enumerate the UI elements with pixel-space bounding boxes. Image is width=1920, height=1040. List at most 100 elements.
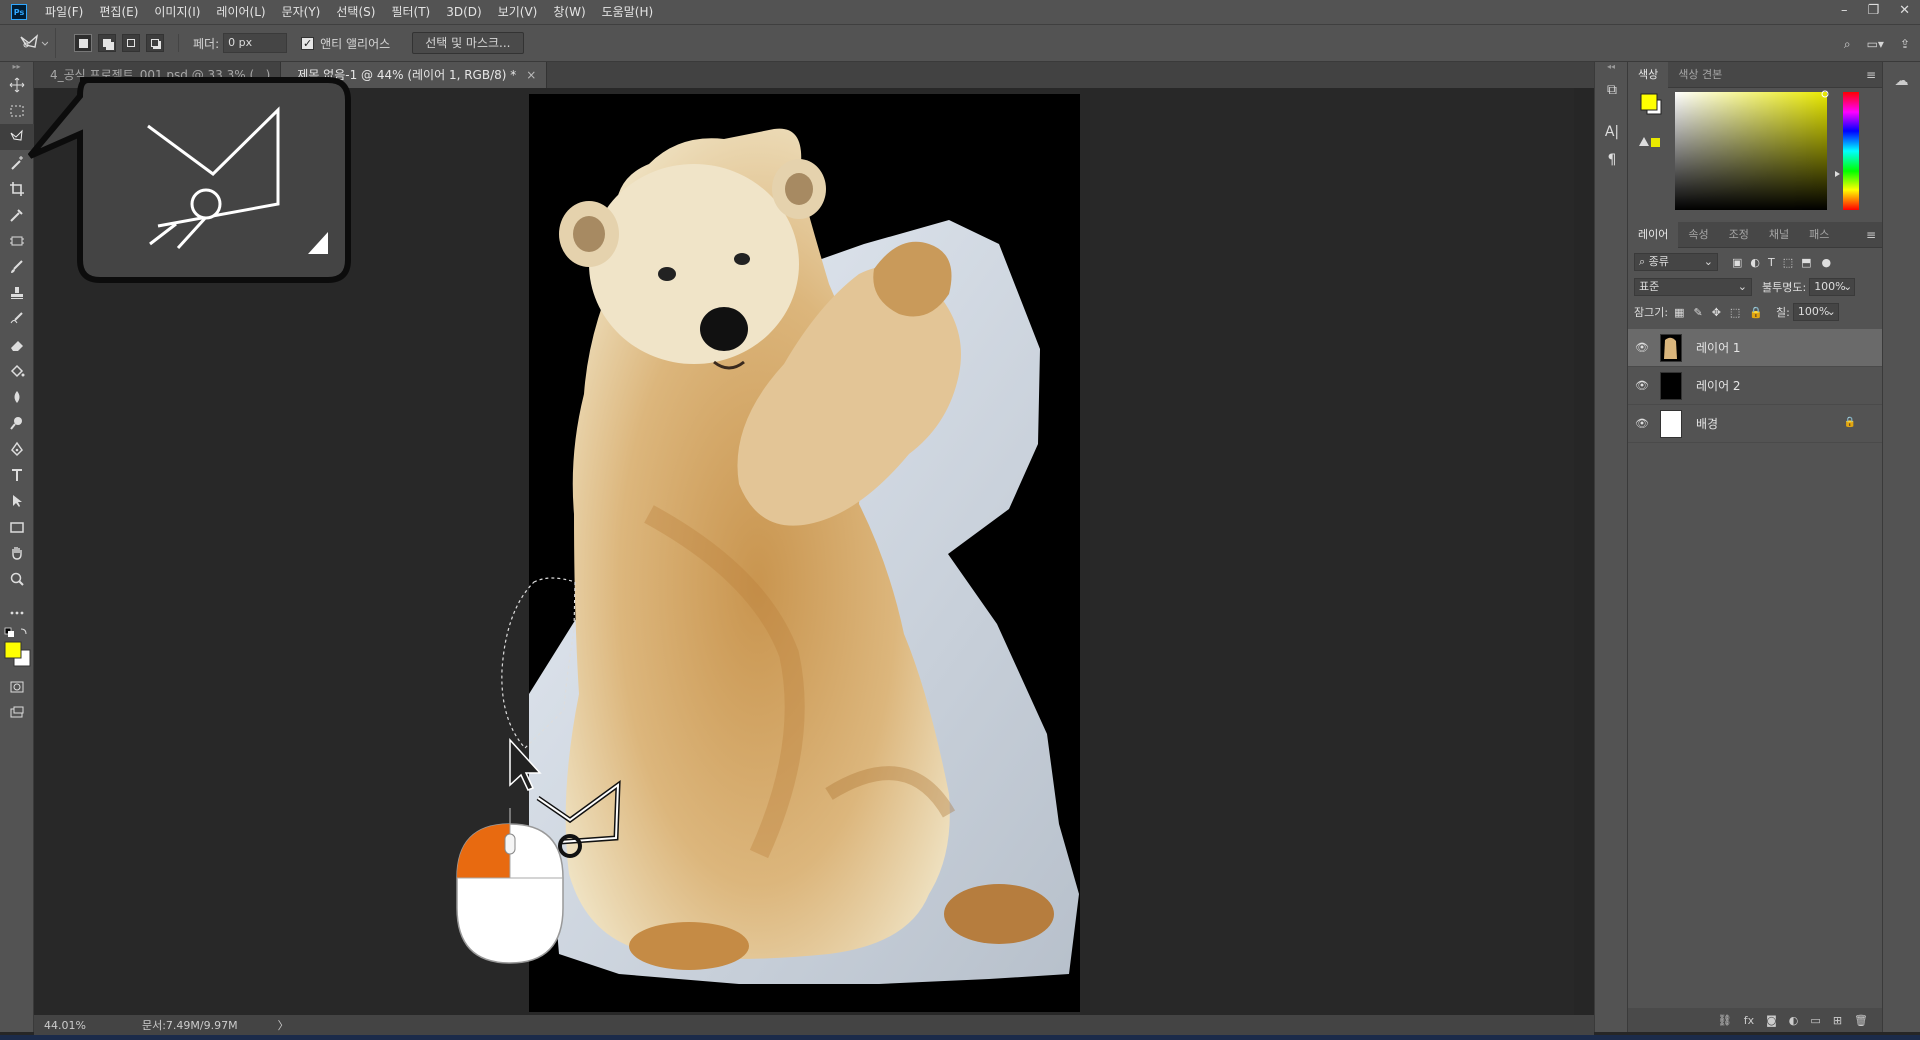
menu-select[interactable]: 선택(S): [328, 0, 383, 24]
photoshop-logo-icon: Ps: [11, 4, 27, 20]
filter-toggle-icon[interactable]: ●: [1822, 256, 1832, 269]
visibility-eye-icon[interactable]: 👁: [1628, 379, 1656, 392]
blend-row: 표준 ⌄ 불투명도: 100% ⌄: [1628, 276, 1882, 298]
restore-icon[interactable]: ❐: [1867, 0, 1879, 22]
feather-input[interactable]: 0 px: [223, 33, 288, 53]
color-picker[interactable]: [1628, 88, 1882, 222]
pen-icon[interactable]: [0, 436, 34, 462]
layer-name[interactable]: 레이어 2: [1696, 377, 1741, 394]
link-icon[interactable]: ⛓: [1718, 1014, 1732, 1027]
visibility-eye-icon[interactable]: 👁: [1628, 417, 1656, 430]
mask-icon[interactable]: ◙: [1766, 1014, 1777, 1027]
type-icon[interactable]: [0, 462, 34, 488]
history-panel-icon[interactable]: ⧉: [1595, 76, 1629, 104]
tab-adjustments[interactable]: 조정: [1719, 222, 1759, 248]
history-brush-icon[interactable]: [0, 306, 34, 332]
workspace-icon[interactable]: ▭▾: [1867, 37, 1884, 51]
blur-icon[interactable]: [0, 384, 34, 410]
new-selection-button[interactable]: [74, 34, 92, 52]
adjustment-icon[interactable]: ◐: [1789, 1014, 1799, 1027]
blend-mode-dropdown[interactable]: 표준 ⌄: [1634, 278, 1752, 296]
quick-mask-icon[interactable]: [0, 674, 34, 700]
menu-filter[interactable]: 필터(T): [383, 0, 438, 24]
screen-mode-icon[interactable]: [0, 700, 34, 726]
panel-menu-icon[interactable]: ≡: [1866, 222, 1876, 248]
opacity-input[interactable]: 100% ⌄: [1809, 278, 1856, 296]
tab-properties[interactable]: 속성: [1678, 222, 1718, 248]
intersect-selection-button[interactable]: [146, 34, 164, 52]
zoom-icon[interactable]: [0, 566, 34, 592]
visibility-eye-icon[interactable]: 👁: [1628, 341, 1656, 354]
subtract-selection-button[interactable]: [122, 34, 140, 52]
add-selection-button[interactable]: [98, 34, 116, 52]
layer-thumbnail: [1660, 371, 1682, 400]
tab-paths[interactable]: 패스: [1799, 222, 1839, 248]
document-size: 문서:7.49M/9.97M: [141, 1019, 238, 1032]
color-swatches: [0, 626, 34, 674]
filter-type-icons[interactable]: ▣◐T⬚⬒: [1732, 256, 1820, 269]
group-folder-icon[interactable]: ▭: [1810, 1014, 1820, 1027]
character-panel-icon[interactable]: A|: [1595, 118, 1629, 146]
bear-image: [529, 128, 1079, 984]
zoom-level[interactable]: 44.01%: [44, 1019, 86, 1032]
right-panels: 색상 색상 견본 ≡ 레이어 속성 조정 채널 패스 ≡ ⌕ 종류 ⌄ ▣◐T⬚…: [1628, 61, 1882, 1032]
menu-edit[interactable]: 편집(E): [91, 0, 146, 24]
fill-label: 칠:: [1776, 306, 1790, 319]
polygonal-lasso-icon: [19, 34, 48, 48]
close-icon[interactable]: ✕: [1899, 0, 1910, 22]
menu-3d[interactable]: 3D(D): [438, 0, 489, 24]
menu-file[interactable]: 파일(F): [37, 0, 91, 24]
tab-color[interactable]: 색상: [1628, 61, 1669, 88]
tab-layers[interactable]: 레이어: [1628, 221, 1679, 248]
lock-icons[interactable]: ▦✎✥⬚🔒: [1674, 306, 1772, 319]
minimize-icon[interactable]: –: [1841, 0, 1848, 22]
menu-image[interactable]: 이미지(I): [146, 0, 208, 24]
taskbar-edge: [0, 1035, 1920, 1040]
path-select-icon[interactable]: [0, 488, 34, 514]
rectangle-icon[interactable]: [0, 514, 34, 540]
tab-channels[interactable]: 채널: [1759, 222, 1799, 248]
layer-row-background[interactable]: 👁 배경 🔒: [1628, 405, 1882, 443]
layer-row-layer2[interactable]: 👁 레이어 2: [1628, 367, 1882, 405]
trash-icon[interactable]: 🗑: [1854, 1014, 1868, 1027]
tool-preset-picker[interactable]: [10, 28, 56, 58]
layer-filter-dropdown[interactable]: ⌕ 종류 ⌄: [1634, 253, 1718, 271]
strip-grip[interactable]: ◂◂: [1595, 62, 1627, 76]
share-icon[interactable]: ⇪: [1900, 37, 1910, 51]
menu-layer[interactable]: 레이어(L): [208, 0, 273, 24]
select-and-mask-button[interactable]: 선택 및 마스크...: [412, 32, 524, 54]
more-icon[interactable]: [0, 600, 34, 626]
dodge-icon[interactable]: [0, 410, 34, 436]
creative-cloud-icon[interactable]: ☁: [1883, 62, 1920, 100]
layer-row-layer1[interactable]: 👁 레이어 1: [1628, 329, 1882, 367]
paint-bucket-icon[interactable]: [0, 358, 34, 384]
layers-panel-tabs: 레이어 속성 조정 채널 패스 ≡: [1628, 221, 1882, 248]
window-controls: – ❐ ✕: [1841, 0, 1910, 22]
antialias-checkbox[interactable]: ✓: [301, 36, 315, 50]
toolbar-grip[interactable]: ▸▸: [0, 62, 33, 72]
document-canvas[interactable]: [529, 94, 1080, 1012]
mouse-click-icon: [456, 808, 564, 964]
panel-menu-icon[interactable]: ≡: [1866, 62, 1876, 88]
paragraph-panel-icon[interactable]: ¶: [1595, 146, 1629, 174]
menu-help[interactable]: 도움말(H): [594, 0, 662, 24]
fx-icon[interactable]: fx: [1744, 1014, 1754, 1027]
layer-name[interactable]: 레이어 1: [1696, 339, 1741, 356]
tab-swatches[interactable]: 색상 견본: [1668, 62, 1732, 88]
fill-input[interactable]: 100% ⌄: [1792, 303, 1839, 321]
layer-name[interactable]: 배경: [1696, 415, 1718, 432]
search-icon[interactable]: ⌕: [1844, 37, 1851, 52]
hand-icon[interactable]: [0, 540, 34, 566]
close-tab-icon[interactable]: ×: [526, 68, 536, 82]
eraser-icon[interactable]: [0, 332, 34, 358]
layers-panel-footer: ⛓ fx ◙ ◐ ▭ ⊞ 🗑: [1628, 1008, 1882, 1032]
menu-type[interactable]: 문자(Y): [274, 0, 329, 24]
menu-view[interactable]: 보기(V): [490, 0, 546, 24]
status-arrow-icon[interactable]: 〉: [278, 1017, 289, 1033]
color-panel: 색상 색상 견본 ≡: [1628, 61, 1882, 222]
new-layer-icon[interactable]: ⊞: [1833, 1014, 1842, 1027]
feather-control: 페더: 0 px: [193, 33, 288, 53]
menu-window[interactable]: 창(W): [545, 0, 593, 24]
feather-label: 페더:: [193, 36, 220, 51]
layer-thumbnail: [1660, 333, 1682, 362]
